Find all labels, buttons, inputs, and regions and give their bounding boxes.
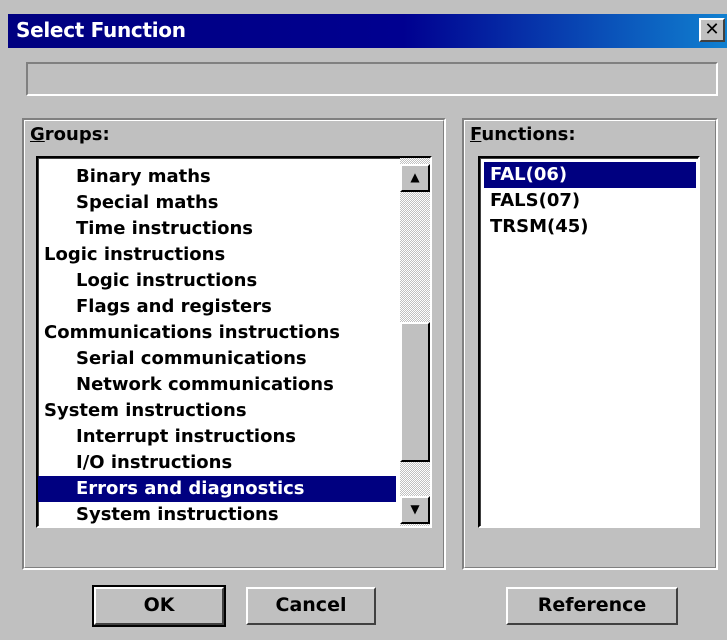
functions-label-accelerator: F [470, 124, 482, 145]
close-icon[interactable]: ✕ [699, 18, 725, 42]
functions-label: Functions: [470, 124, 576, 145]
groups-list-item[interactable]: Flags and registers [38, 294, 396, 320]
functions-listbox[interactable]: FAL(06) FALS(07) TRSM(45) [478, 156, 700, 528]
cancel-button[interactable]: Cancel [246, 587, 376, 625]
ok-button[interactable]: OK [92, 585, 226, 627]
reference-button[interactable]: Reference [506, 587, 678, 625]
groups-list-item[interactable]: System instructions [38, 398, 396, 424]
groups-list-item[interactable]: Logic instructions [38, 268, 396, 294]
arrow-up-icon: ▲ [410, 170, 420, 184]
groups-listbox[interactable]: Binary maths Special maths Time instructio… [36, 156, 432, 528]
functions-list-item[interactable]: FALS(07) [484, 188, 696, 214]
groups-label: Groups: [30, 124, 110, 145]
groups-list-item[interactable]: Serial communications [38, 346, 396, 372]
scroll-down-button[interactable]: ▼ [400, 496, 430, 524]
functions-label-text: unctions: [481, 124, 576, 145]
groups-list-item[interactable]: Errors and diagnostics [38, 476, 396, 502]
groups-list-item[interactable]: Communications instructions [38, 320, 396, 346]
groups-list-item[interactable]: Logic instructions [38, 242, 396, 268]
functions-list-item[interactable]: TRSM(45) [484, 214, 696, 240]
groups-label-text: roups: [44, 124, 110, 145]
dialog-title: Select Function [16, 18, 186, 42]
scroll-up-button[interactable]: ▲ [400, 164, 430, 192]
groups-label-accelerator: G [30, 124, 45, 145]
select-function-dialog: Select Function ✕ Groups: Binary maths Sp… [0, 0, 727, 640]
groups-list-item[interactable]: Special maths [38, 190, 396, 216]
description-field [26, 62, 718, 96]
arrow-down-icon: ▼ [410, 502, 420, 516]
groups-list-item[interactable]: I/O instructions [38, 450, 396, 476]
groups-list-item[interactable]: Time instructions [38, 216, 396, 242]
groups-list-item[interactable]: System instructions [38, 502, 396, 526]
functions-list-item[interactable]: FAL(06) [484, 162, 696, 188]
groups-list-item[interactable]: Interrupt instructions [38, 424, 396, 450]
groups-scrollbar[interactable]: ▲ ▼ [400, 158, 430, 526]
scroll-thumb[interactable] [400, 322, 430, 462]
groups-list-item[interactable]: Binary maths [38, 164, 396, 190]
title-bar[interactable]: Select Function ✕ [8, 14, 727, 48]
groups-list-item[interactable]: Network communications [38, 372, 396, 398]
